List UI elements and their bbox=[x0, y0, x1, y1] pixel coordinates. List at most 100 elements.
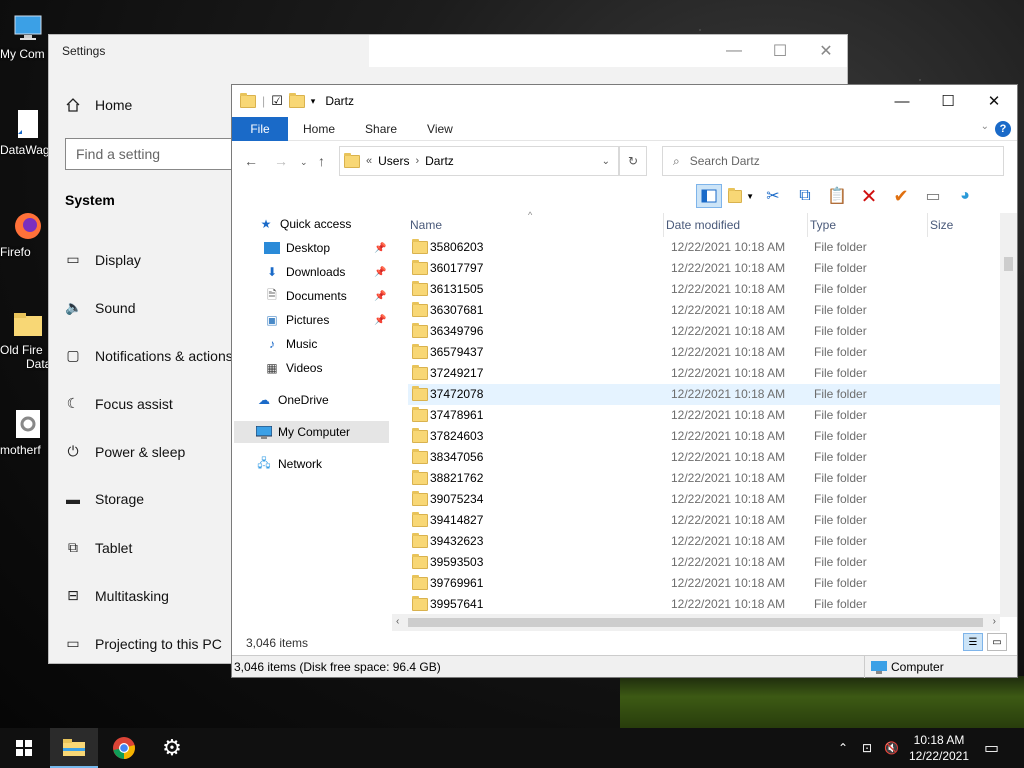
scroll-right-icon[interactable]: › bbox=[993, 616, 996, 627]
table-row[interactable]: 36131505 12/22/2021 10:18 AM File folder bbox=[408, 279, 1000, 300]
copy-button[interactable]: ⧉ bbox=[792, 184, 818, 208]
taskbar-file-explorer[interactable] bbox=[50, 728, 98, 768]
tab-share[interactable]: Share bbox=[350, 117, 412, 141]
tray-overflow-button[interactable]: ⌃ bbox=[838, 728, 848, 768]
close-icon: ✕ bbox=[987, 93, 1001, 110]
explorer-titlebar[interactable]: | ☑ ▾ Dartz — ☐ ✕ bbox=[232, 85, 1017, 117]
tab-home[interactable]: Home bbox=[288, 117, 350, 141]
file-list: 35806203 12/22/2021 10:18 AM File folder 36… bbox=[408, 237, 1000, 615]
desktop-icon-firefox[interactable]: Firefo bbox=[0, 210, 48, 259]
table-row[interactable]: 36307681 12/22/2021 10:18 AM File folder bbox=[408, 300, 1000, 321]
desktop-icon-datawag[interactable]: DataWag bbox=[0, 108, 48, 157]
table-row[interactable]: 39957641 12/22/2021 10:18 AM File folder bbox=[408, 594, 1000, 615]
nav-my-computer[interactable]: My Computer bbox=[234, 421, 389, 443]
vertical-scrollbar[interactable] bbox=[1000, 213, 1017, 617]
action-center-button[interactable]: ▭ bbox=[984, 728, 999, 768]
file-date: 12/22/2021 10:18 AM bbox=[671, 513, 786, 527]
paste-button[interactable]: 📋 bbox=[824, 184, 850, 208]
details-view-button[interactable]: ☰ bbox=[963, 633, 983, 651]
explorer-minimize-button[interactable]: — bbox=[879, 85, 925, 117]
documents-icon: 🗎 bbox=[267, 287, 277, 302]
table-row[interactable]: 38821762 12/22/2021 10:18 AM File folder bbox=[408, 468, 1000, 489]
horizontal-scrollbar[interactable]: ‹ › bbox=[392, 614, 1000, 631]
view-options-button[interactable]: ▼ bbox=[728, 184, 754, 208]
ribbon-expand-icon[interactable]: ⌄ bbox=[981, 121, 989, 132]
properties-button[interactable]: ▭ bbox=[920, 184, 946, 208]
forward-arrow-icon[interactable]: → bbox=[274, 153, 288, 169]
customize-dropdown-icon[interactable]: ▾ bbox=[311, 96, 316, 107]
tab-view[interactable]: View bbox=[412, 117, 468, 141]
explorer-maximize-button[interactable]: ☐ bbox=[925, 85, 971, 117]
pin-icon[interactable]: 📌 bbox=[374, 243, 386, 254]
table-row[interactable]: 39432623 12/22/2021 10:18 AM File folder bbox=[408, 531, 1000, 552]
table-row[interactable]: 39075234 12/22/2021 10:18 AM File folder bbox=[408, 489, 1000, 510]
pin-icon[interactable]: 📌 bbox=[374, 291, 386, 302]
settings-titlebar[interactable]: Settings — ☐ ✕ bbox=[49, 35, 847, 67]
folder-icon[interactable] bbox=[240, 92, 256, 108]
desktop-icon-my-computer[interactable]: My Com bbox=[0, 12, 48, 61]
up-arrow-icon[interactable]: ↑ bbox=[318, 153, 325, 169]
table-row[interactable]: 39414827 12/22/2021 10:18 AM File folder bbox=[408, 510, 1000, 531]
taskbar-chrome[interactable] bbox=[100, 728, 148, 768]
pin-icon[interactable]: 📌 bbox=[374, 315, 386, 326]
nav-videos[interactable]: ▦ Videos bbox=[264, 357, 322, 379]
explorer-close-button[interactable]: ✕ bbox=[971, 85, 1017, 117]
nav-desktop[interactable]: Desktop 📌 bbox=[264, 237, 386, 259]
options-button[interactable]: ◕ bbox=[952, 184, 978, 208]
taskbar-settings[interactable]: ⚙ bbox=[148, 728, 196, 768]
desktop-icon-old-firefox-data[interactable]: Old Fire Data bbox=[0, 308, 48, 371]
cut-button[interactable]: ✂ bbox=[760, 184, 786, 208]
column-date-modified[interactable]: Date modified bbox=[664, 213, 808, 237]
column-type[interactable]: Type bbox=[808, 213, 928, 237]
nav-documents[interactable]: 🗎 Documents 📌 bbox=[264, 285, 386, 307]
settings-maximize-button[interactable]: ☐ bbox=[757, 35, 803, 67]
search-input[interactable]: ⌕ Search Dartz bbox=[662, 146, 1004, 176]
pin-icon[interactable]: 📌 bbox=[374, 267, 386, 278]
table-row[interactable]: 38347056 12/22/2021 10:18 AM File folder bbox=[408, 447, 1000, 468]
refresh-button[interactable]: ↻ bbox=[619, 146, 647, 176]
table-row[interactable]: 36579437 12/22/2021 10:18 AM File folder bbox=[408, 342, 1000, 363]
table-row[interactable]: 37472078 12/22/2021 10:18 AM File folder bbox=[408, 384, 1000, 405]
large-icons-view-button[interactable]: ▭ bbox=[987, 633, 1007, 651]
tray-network[interactable]: ⊡ bbox=[862, 728, 872, 768]
back-arrow-icon[interactable]: ← bbox=[244, 153, 258, 169]
column-name[interactable]: Name bbox=[408, 213, 664, 237]
nav-onedrive[interactable]: ☁ OneDrive bbox=[256, 389, 329, 411]
breadcrumb-dartz[interactable]: Dartz bbox=[425, 154, 454, 168]
horizontal-scroll-thumb[interactable] bbox=[408, 618, 983, 627]
table-row[interactable]: 39769961 12/22/2021 10:18 AM File folder bbox=[408, 573, 1000, 594]
table-row[interactable]: 37249217 12/22/2021 10:18 AM File folder bbox=[408, 363, 1000, 384]
help-icon[interactable]: ? bbox=[995, 121, 1011, 137]
table-row[interactable]: 37478961 12/22/2021 10:18 AM File folder bbox=[408, 405, 1000, 426]
address-dropdown-icon[interactable]: ⌄ bbox=[602, 156, 610, 167]
settings-home-link[interactable]: Home bbox=[65, 97, 132, 113]
nav-pictures[interactable]: ▣ Pictures 📌 bbox=[264, 309, 386, 331]
settings-close-button[interactable]: ✕ bbox=[803, 35, 849, 67]
taskbar-clock[interactable]: 10:18 AM 12/22/2021 bbox=[900, 732, 978, 764]
start-button[interactable] bbox=[0, 728, 48, 768]
breadcrumb-users[interactable]: Users bbox=[378, 154, 409, 168]
tab-file[interactable]: File bbox=[232, 116, 288, 141]
table-row[interactable]: 35806203 12/22/2021 10:18 AM File folder bbox=[408, 237, 1000, 258]
rename-button[interactable]: ✔ bbox=[888, 184, 914, 208]
scroll-left-icon[interactable]: ‹ bbox=[396, 616, 399, 627]
delete-button[interactable]: ✕ bbox=[856, 184, 882, 208]
table-row[interactable]: 36017797 12/22/2021 10:18 AM File folder bbox=[408, 258, 1000, 279]
new-folder-icon[interactable] bbox=[288, 92, 305, 108]
preview-pane-button[interactable] bbox=[696, 184, 722, 208]
nav-music[interactable]: ♪ Music bbox=[264, 333, 317, 355]
settings-minimize-button[interactable]: — bbox=[711, 35, 757, 67]
desktop-icon-motherf[interactable]: motherf bbox=[0, 408, 48, 457]
recent-locations-icon[interactable]: ⌄ bbox=[300, 157, 308, 168]
properties-icon[interactable]: ☑ bbox=[271, 93, 283, 109]
table-row[interactable]: 37824603 12/22/2021 10:18 AM File folder bbox=[408, 426, 1000, 447]
table-row[interactable]: 36349796 12/22/2021 10:18 AM File folder bbox=[408, 321, 1000, 342]
column-size[interactable]: Size bbox=[928, 213, 1000, 237]
nav-downloads[interactable]: ⬇ Downloads 📌 bbox=[264, 261, 386, 283]
vertical-scroll-thumb[interactable] bbox=[1004, 257, 1013, 271]
nav-network[interactable]: 🖧 Network bbox=[256, 453, 322, 475]
tray-volume[interactable]: 🔇 bbox=[884, 728, 899, 768]
table-row[interactable]: 39593503 12/22/2021 10:18 AM File folder bbox=[408, 552, 1000, 573]
nav-quick-access[interactable]: ★ Quick access bbox=[258, 213, 352, 235]
address-bar[interactable]: « Users › Dartz ⌄ bbox=[339, 146, 619, 176]
